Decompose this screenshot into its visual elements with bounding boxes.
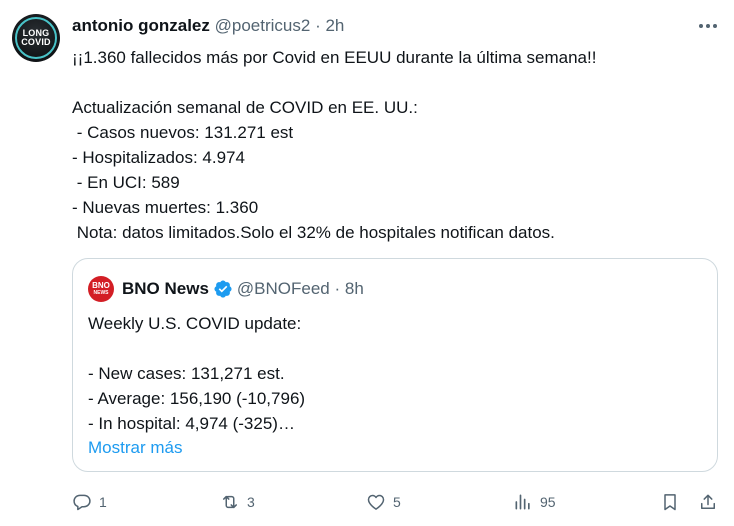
like-count: 5 [393,494,401,510]
share-button[interactable] [698,488,718,516]
avatar-text: LONG COVID [21,29,51,47]
tweet-header: antonio gonzalez @poetricus2 · 2h [72,15,344,37]
views-button[interactable]: 95 [513,488,556,516]
header-separator: · [315,16,321,35]
dot [713,24,717,28]
quote-author-handle[interactable]: @BNOFeed [237,278,330,300]
dot [706,24,710,28]
bookmark-button[interactable] [660,488,680,516]
view-count: 95 [540,494,556,510]
quote-author-name[interactable]: BNO News [122,278,209,300]
quote-avatar[interactable]: BNO NEWS [88,276,114,302]
show-more-link[interactable]: Mostrar más [88,435,182,460]
avatar-text-line2: COVID [21,37,51,47]
quoted-tweet[interactable]: BNO NEWS BNO News @BNOFeed · 8h Weekly U… [72,258,718,472]
bookmark-icon [664,494,676,511]
retweet-button[interactable]: 3 [220,488,255,516]
quote-time[interactable]: 8h [345,278,364,300]
dot [699,24,703,28]
author-name[interactable]: antonio gonzalez [72,16,210,35]
action-bar: 1 3 5 95 [72,488,722,516]
quote-header: BNO NEWS BNO News @BNOFeed · 8h [88,276,364,302]
more-options-icon[interactable] [696,16,720,36]
tweet-time[interactable]: 2h [325,16,344,35]
heart-icon [367,494,385,510]
reply-button[interactable]: 1 [72,488,107,516]
reply-icon [73,494,91,511]
quote-avatar-line2: NEWS [93,290,109,296]
tweet-avatar[interactable]: LONG COVID [12,14,60,62]
reply-count: 1 [99,494,107,510]
quote-text: Weekly U.S. COVID update: - New cases: 1… [88,314,306,433]
retweet-count: 3 [247,494,255,510]
like-button[interactable]: 5 [366,488,401,516]
quote-avatar-line1: BNO [92,281,110,290]
quote-separator: · [334,279,341,298]
share-icon [701,494,715,509]
tweet-text: ¡¡1.360 fallecidos más por Covid en EEUU… [72,48,597,242]
views-chart-icon [515,494,530,510]
author-handle[interactable]: @poetricus2 [215,16,311,35]
verified-badge-icon [214,280,232,298]
retweet-icon [223,495,237,509]
